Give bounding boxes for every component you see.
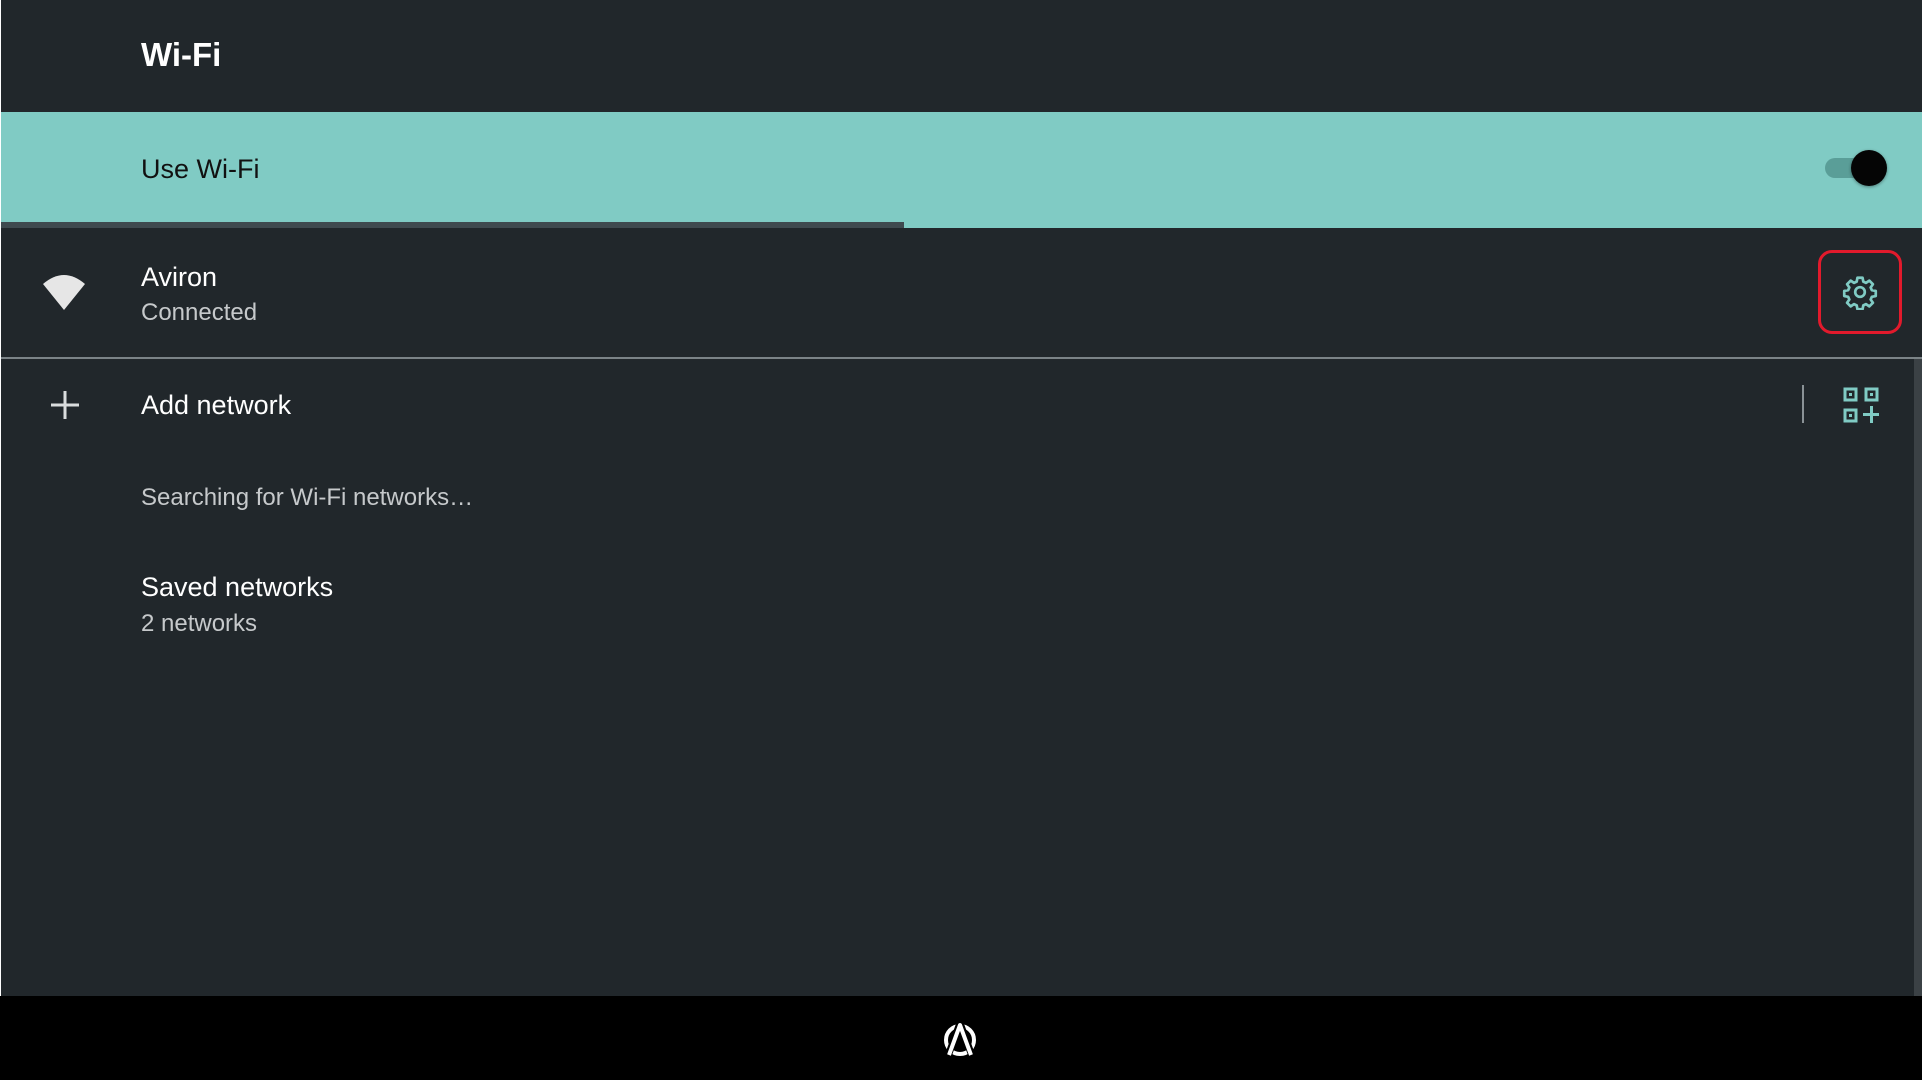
saved-networks-row[interactable]: Saved networks 2 networks [1,560,1908,650]
saved-networks-count: 2 networks [141,610,258,637]
saved-networks-title: Saved networks [141,572,334,602]
page-title: Wi-Fi [141,36,222,73]
vertical-separator [1802,385,1804,423]
qr-code-scan-icon[interactable] [1843,387,1879,423]
network-settings-button[interactable] [1818,250,1902,334]
toggle-thumb [1851,150,1887,186]
add-network-row[interactable]: Add network [1,359,1908,451]
scrollbar[interactable] [1914,359,1922,996]
aviron-logo-icon[interactable] [941,1020,979,1058]
connected-network-row[interactable]: Aviron Connected [1,228,1922,358]
network-status: Connected [141,299,258,326]
use-wifi-toggle[interactable] [1825,148,1887,188]
wifi-signal-icon [43,275,85,310]
plus-icon [51,391,79,419]
network-name: Aviron [141,262,218,292]
gear-icon [1842,276,1878,310]
searching-status-text: Searching for Wi-Fi networks… [141,484,474,511]
app-bar: Wi-Fi [1,0,1922,112]
use-wifi-row[interactable]: Use Wi-Fi [1,112,1922,228]
add-network-label: Add network [141,390,292,420]
use-wifi-label: Use Wi-Fi [141,154,260,184]
